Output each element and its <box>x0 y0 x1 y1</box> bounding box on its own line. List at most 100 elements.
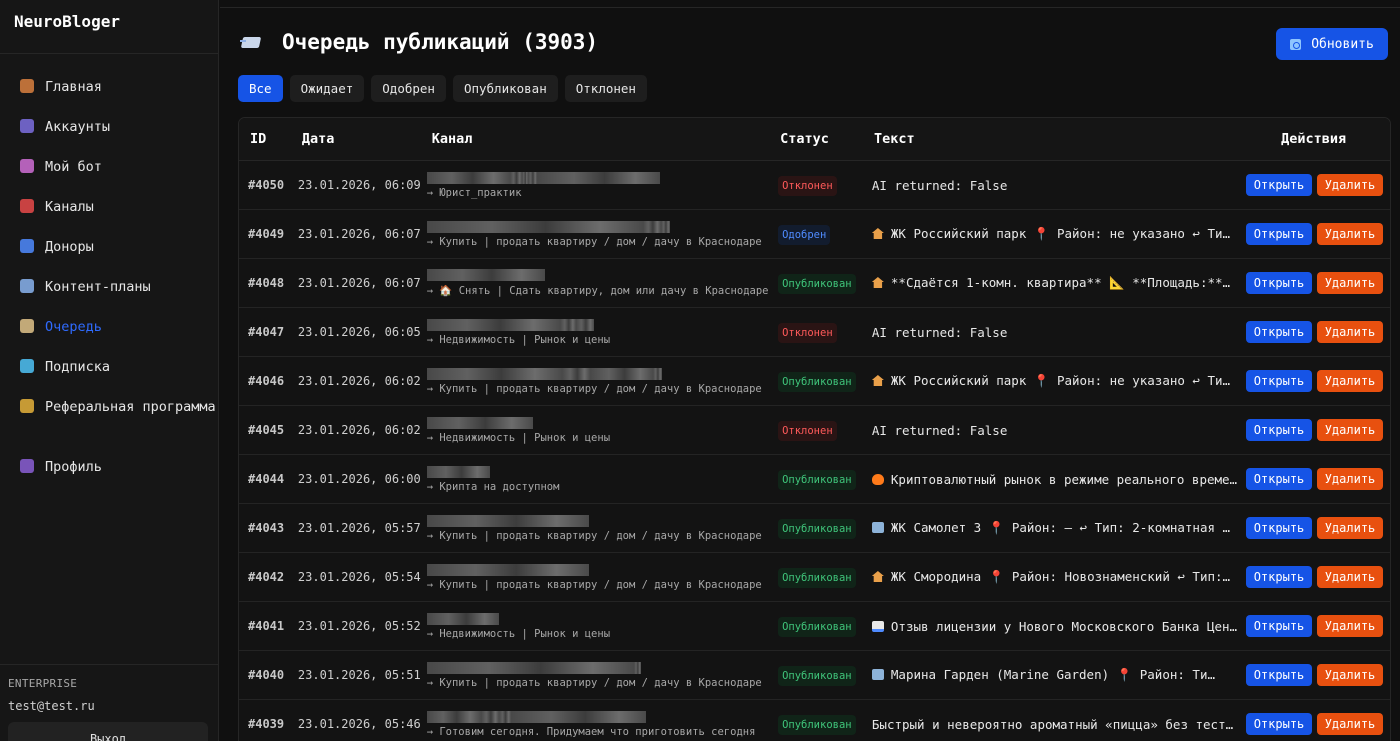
sidebar-item-label: Реферальная программа <box>45 399 216 415</box>
open-button[interactable]: Открыть <box>1246 223 1312 245</box>
sidebar-item-6[interactable]: Очередь <box>0 307 218 347</box>
sidebar-item-0[interactable]: Главная <box>0 67 218 107</box>
delete-button[interactable]: Удалить <box>1317 321 1383 343</box>
delete-button[interactable]: Удалить <box>1317 517 1383 539</box>
open-button[interactable]: Открыть <box>1246 713 1312 735</box>
open-button[interactable]: Открыть <box>1246 272 1312 294</box>
table-row[interactable]: #4048 23.01.2026, 06:07 → 🏠 Снять | Сдать … <box>239 259 1390 308</box>
row-date: 23.01.2026, 05:46 <box>297 717 421 731</box>
row-id: #4041 <box>248 619 285 633</box>
open-button[interactable]: Открыть <box>1246 174 1312 196</box>
filter-tab-1[interactable]: Ожидает <box>289 75 365 102</box>
filter-tab-2[interactable]: Одобрен <box>371 75 446 102</box>
delete-button[interactable]: Удалить <box>1317 664 1383 686</box>
table-row[interactable]: #4040 23.01.2026, 05:51 → Купить | продать… <box>239 651 1390 700</box>
row-channel: → Недвижимость | Рынок и цены <box>426 318 778 346</box>
status-badge: Опубликован <box>778 666 856 686</box>
row-actions: Открыть Удалить <box>1237 468 1390 490</box>
home-icon <box>20 79 34 93</box>
row-text: AI returned: False <box>872 423 1237 438</box>
sidebar-item-5[interactable]: Контент-планы <box>0 267 218 307</box>
row-channel: → Готовим сегодня. Придумаем что пригото… <box>426 710 778 738</box>
channel-subtitle: → Недвижимость | Рынок и цены <box>426 431 611 444</box>
row-text: Марина Гарден (Marine Garden) 📍 Район: Т… <box>871 667 1237 683</box>
delete-button[interactable]: Удалить <box>1317 713 1383 735</box>
row-date: 23.01.2026, 06:07 <box>297 276 421 290</box>
delete-button[interactable]: Удалить <box>1317 566 1383 588</box>
col-status[interactable]: Статус <box>778 131 872 147</box>
row-text-content: ЖК Российский парк 📍 Район: не указано ↩… <box>890 226 1231 241</box>
open-button[interactable]: Открыть <box>1246 321 1312 343</box>
open-button[interactable]: Открыть <box>1246 517 1312 539</box>
delete-button[interactable]: Удалить <box>1317 223 1383 245</box>
sidebar-item-3[interactable]: Каналы <box>0 187 218 227</box>
table-row[interactable]: #4045 23.01.2026, 06:02 → Недвижимость | Р… <box>239 406 1390 455</box>
channel-subtitle: → Купить | продать квартиру / дом / дачу… <box>426 529 762 542</box>
delete-button[interactable]: Удалить <box>1317 370 1383 392</box>
open-button[interactable]: Открыть <box>1246 468 1312 490</box>
refresh-label: Обновить <box>1311 36 1374 52</box>
open-button[interactable]: Открыть <box>1246 419 1312 441</box>
row-date: 23.01.2026, 05:51 <box>297 668 421 682</box>
office-icon <box>871 669 884 680</box>
sidebar-item-label: Доноры <box>45 239 94 255</box>
sidebar-nav: Главная Аккаунты Мой бот Каналы Доноры Контен… <box>0 54 218 487</box>
refresh-button[interactable]: Обновить <box>1276 28 1388 60</box>
sidebar-item-7[interactable]: Подписка <box>0 347 218 387</box>
delete-button[interactable]: Удалить <box>1317 615 1383 637</box>
sidebar-item-1[interactable]: Аккаунты <box>0 107 218 147</box>
logout-button[interactable]: Выход <box>8 722 208 741</box>
table-row[interactable]: #4046 23.01.2026, 06:02 → Купить | продать… <box>239 357 1390 406</box>
open-button[interactable]: Открыть <box>1246 664 1312 686</box>
table-row[interactable]: #4042 23.01.2026, 05:54 → Купить | продать… <box>239 553 1390 602</box>
sidebar-item-label: Контент-планы <box>45 279 151 295</box>
table-row[interactable]: #4043 23.01.2026, 05:57 → Купить | продать… <box>239 504 1390 553</box>
status-badge: Отклонен <box>778 176 837 196</box>
sidebar-item-2[interactable]: Мой бот <box>0 147 218 187</box>
sidebar-item-9[interactable]: Профиль <box>0 447 218 487</box>
channel-subtitle: → Купить | продать квартиру / дом / дачу… <box>426 235 762 248</box>
table-row[interactable]: #4041 23.01.2026, 05:52 → Недвижимость | Р… <box>239 602 1390 651</box>
table-row[interactable]: #4047 23.01.2026, 06:05 → Недвижимость | Р… <box>239 308 1390 357</box>
filter-tab-4[interactable]: Отклонен <box>564 75 647 102</box>
megaphone-icon <box>20 199 34 213</box>
open-button[interactable]: Открыть <box>1246 615 1312 637</box>
row-text-content: Отзыв лицензии у Нового Московского Банк… <box>890 618 1238 634</box>
sidebar: NeuroBloger Главная Аккаунты Мой бот Каналы… <box>0 0 219 741</box>
delete-button[interactable]: Удалить <box>1317 468 1383 490</box>
delete-button[interactable]: Удалить <box>1317 419 1383 441</box>
row-text: ЖК Российский парк 📍 Район: не указано ↩… <box>871 373 1237 389</box>
table-row[interactable]: #4050 23.01.2026, 06:09 → Юрист_практик Отк… <box>239 161 1390 210</box>
row-id: #4044 <box>248 472 285 486</box>
row-channel: → Юрист_практик <box>426 171 778 199</box>
col-date[interactable]: Дата <box>294 131 427 147</box>
row-id: #4042 <box>248 570 285 584</box>
row-date: 23.01.2026, 05:54 <box>297 570 421 584</box>
delete-button[interactable]: Удалить <box>1317 174 1383 196</box>
row-actions: Открыть Удалить <box>1237 664 1390 686</box>
row-date: 23.01.2026, 05:57 <box>297 521 421 535</box>
table-row[interactable]: #4049 23.01.2026, 06:07 → Купить | продать… <box>239 210 1390 259</box>
col-text[interactable]: Текст <box>872 131 1237 147</box>
filter-tab-3[interactable]: Опубликован <box>452 75 558 102</box>
open-button[interactable]: Открыть <box>1246 566 1312 588</box>
phone-icon <box>20 119 34 133</box>
sidebar-item-4[interactable]: Доноры <box>0 227 218 267</box>
robot-icon <box>20 159 34 173</box>
page-title: Очередь публикаций (3903) <box>282 30 599 54</box>
col-id[interactable]: ID <box>239 131 294 147</box>
col-channel[interactable]: Канал <box>427 131 778 147</box>
channel-subtitle: → Купить | продать квартиру / дом / дачу… <box>426 578 762 591</box>
brand-logo[interactable]: NeuroBloger <box>0 0 218 54</box>
open-button[interactable]: Открыть <box>1246 370 1312 392</box>
row-actions: Открыть Удалить <box>1237 174 1390 196</box>
row-text: AI returned: False <box>872 178 1237 193</box>
filter-tab-0[interactable]: Все <box>238 75 283 102</box>
table-row[interactable]: #4039 23.01.2026, 05:46 → Готовим сегодня.… <box>239 700 1390 741</box>
row-channel: → 🏠 Снять | Сдать квартиру, дом или дачу… <box>426 269 778 297</box>
row-text-content: ЖК Самолет 3 📍 Район: — ↩ Тип: 2-комнатн… <box>890 520 1231 535</box>
delete-button[interactable]: Удалить <box>1317 272 1383 294</box>
sidebar-item-8[interactable]: Реферальная программа <box>0 387 218 447</box>
table-row[interactable]: #4044 23.01.2026, 06:00 → Крипта на доступ… <box>239 455 1390 504</box>
channel-name-redacted <box>426 661 778 674</box>
